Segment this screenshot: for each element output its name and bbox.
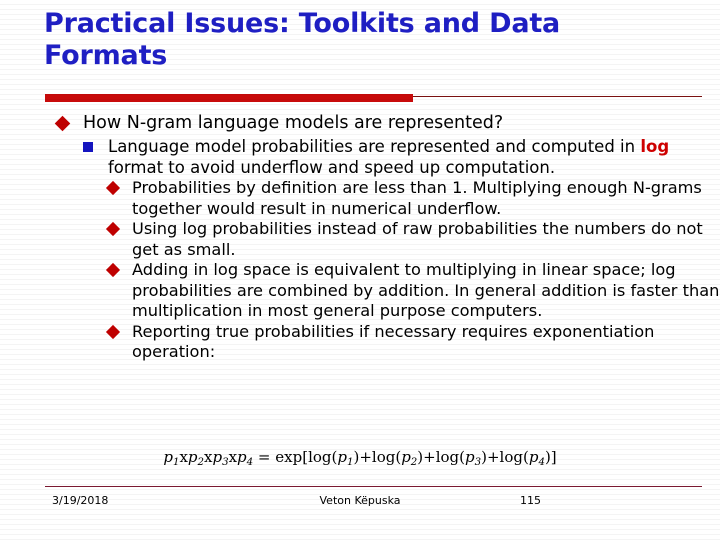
formula-close: ]: [550, 448, 557, 466]
bullet-level3-1: Probabilities by definition are less tha…: [0, 178, 720, 219]
bullet-level3-4: Reporting true probabilities if necessar…: [0, 322, 720, 363]
red-diamond-bullet-icon: [105, 178, 132, 199]
formula-var: p: [187, 448, 198, 466]
footer-divider: [45, 486, 702, 487]
formula-mult: x: [228, 448, 238, 466]
formula-var: p: [465, 448, 475, 466]
formula-var: p: [212, 448, 223, 466]
bullet-level3-text: Adding in log space is equivalent to mul…: [132, 260, 720, 320]
formula-var: p: [528, 448, 539, 466]
page-title: Practical Issues: Toolkits and Data Form…: [44, 8, 561, 71]
formula-log: log: [371, 448, 396, 466]
bullet-level2-text-before: Language model probabilities are represe…: [108, 137, 641, 156]
slide-body: How N-gram language models are represent…: [0, 112, 720, 363]
bullet-level3-text: Using log probabilities instead of raw p…: [132, 219, 703, 259]
bullet-level2: Language model probabilities are represe…: [0, 136, 720, 178]
formula-var: p: [337, 448, 347, 466]
formula-sub: 4: [538, 456, 545, 468]
formula-sub: 4: [246, 456, 254, 468]
red-diamond-bullet-icon: [105, 322, 132, 343]
slide-canvas: Practical Issues: Toolkits and Data Form…: [0, 0, 720, 540]
formula-sub: 1: [346, 456, 354, 468]
formula-mult: x: [179, 448, 188, 466]
formula-expression: p1xp2xp3xp4 = exp[log(p1)+log(p2)+log(p3…: [163, 448, 557, 468]
red-diamond-bullet-icon: [105, 219, 132, 240]
formula-var: p: [237, 448, 247, 466]
log-highlight: log: [640, 137, 670, 156]
red-diamond-bullet-icon: [54, 112, 83, 135]
red-diamond-bullet-icon: [105, 260, 132, 281]
formula-plus: +: [359, 448, 372, 466]
formula-sub: 2: [410, 456, 418, 468]
blue-square-bullet-icon: [83, 136, 108, 157]
bullet-level1-text: How N-gram language models are represent…: [83, 113, 504, 133]
formula-var: p: [401, 448, 411, 466]
formula-equals: =: [257, 448, 271, 466]
formula-exp-open: exp[: [275, 448, 309, 466]
footer-author: Veton Këpuska: [319, 494, 401, 507]
formula-log: log: [435, 448, 460, 466]
formula-plus: +: [486, 448, 500, 466]
bullet-level3-3: Adding in log space is equivalent to mul…: [0, 260, 720, 322]
formula-var: p: [163, 448, 173, 466]
formula-plus: +: [423, 448, 436, 466]
formula-sub: 3: [474, 456, 482, 468]
bullet-level2-text: Language model probabilities are represe…: [108, 136, 720, 178]
bullet-level3-text: Probabilities by definition are less tha…: [132, 178, 702, 218]
footer-page-number: 115: [520, 494, 541, 507]
formula-log: log: [499, 448, 523, 466]
bullet-level1: How N-gram language models are represent…: [0, 112, 720, 135]
bullet-level3-2: Using log probabilities instead of raw p…: [0, 219, 720, 260]
bullet-level3-text: Reporting true probabilities if necessar…: [132, 321, 655, 362]
footer: 3/19/2018 Veton Këpuska 115: [0, 492, 720, 512]
formula-log: log: [308, 448, 332, 466]
bullet-level2-text-after: format to avoid underflow and speed up c…: [108, 158, 556, 177]
title-divider-thick: [45, 94, 413, 102]
